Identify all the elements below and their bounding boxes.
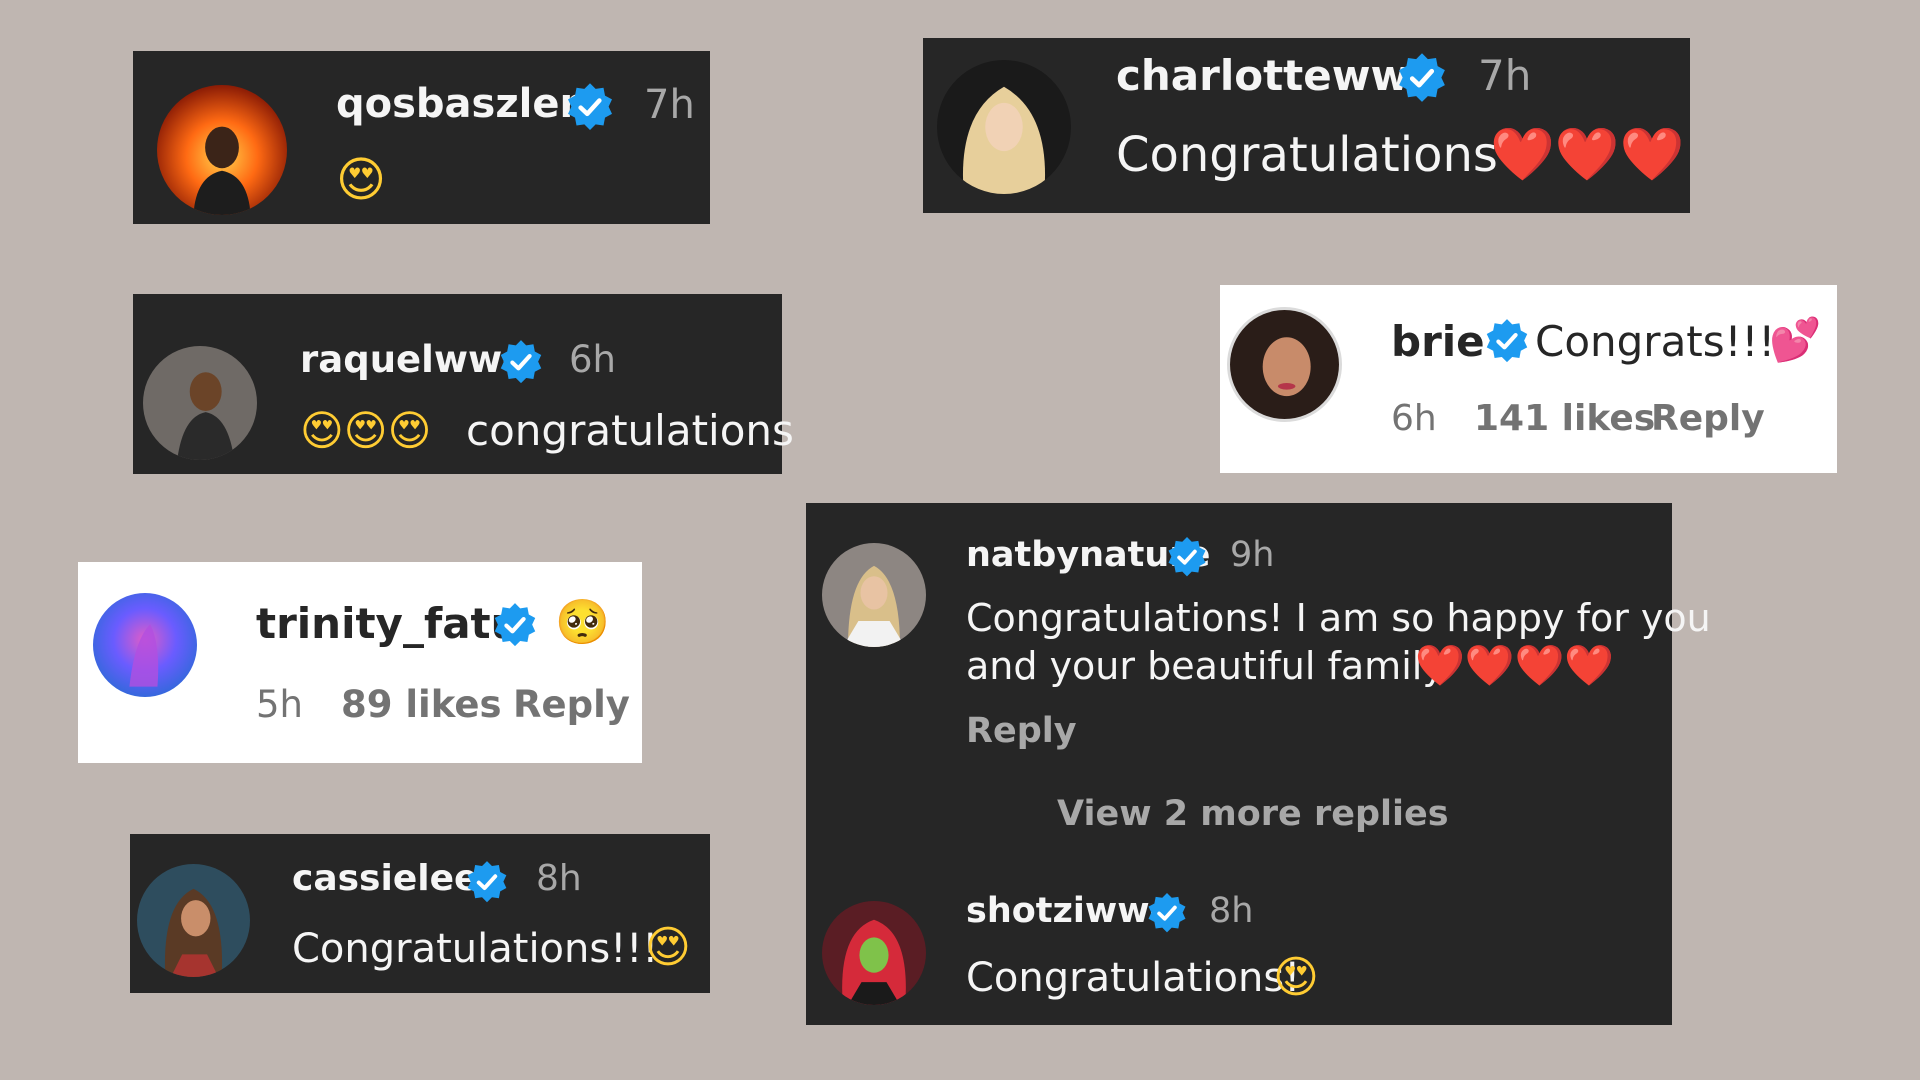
username[interactable]: shotziwwe	[966, 891, 1173, 931]
avatar[interactable]	[822, 543, 926, 647]
verified-badge-icon	[1484, 318, 1530, 364]
reply-button[interactable]: Reply	[966, 711, 1077, 751]
comment-card-trinity_fatu: trinity_fatu 🥺 5h 89 likes Reply	[78, 562, 642, 763]
comment-text-line1: Congratulations! I am so happy for you	[966, 596, 1711, 640]
likes-count[interactable]: 89 likes	[341, 683, 501, 726]
timestamp: 6h	[1391, 398, 1437, 439]
comment-text: Congratulations!	[966, 955, 1301, 1001]
comment-card-cassielee: cassielee 8h Congratulations!!! 😍	[130, 834, 710, 993]
heart-emojis: ❤️❤️❤️❤️	[1415, 643, 1615, 689]
avatar[interactable]	[137, 864, 250, 977]
comment-card-brie: brie Congrats!!! 💕 6h 141 likes Reply	[1220, 285, 1837, 473]
comment-text: Congratulations	[1116, 127, 1498, 183]
heart-eyes-emoji: 😍	[1273, 952, 1319, 1003]
verified-badge-icon	[1146, 892, 1188, 934]
verified-badge-icon	[465, 860, 509, 904]
verified-badge-icon	[1166, 536, 1208, 578]
timestamp: 7h	[644, 82, 695, 128]
comment-card-qosbaszler: qosbaszler 7h 😍	[133, 51, 710, 224]
avatar[interactable]	[157, 85, 287, 215]
username[interactable]: trinity_fatu	[256, 599, 521, 648]
verified-badge-icon	[1396, 52, 1448, 104]
comment-card-natbynature: natbynature 9h Congratulations! I am so …	[806, 503, 1711, 1025]
reply-button[interactable]: Reply	[513, 683, 630, 726]
hearts-emoji: 💕	[1769, 315, 1822, 364]
comment-text: 😍	[336, 152, 387, 208]
comment-text: Congrats!!!	[1535, 317, 1776, 366]
username[interactable]: cassielee	[292, 858, 478, 899]
username[interactable]: charlottewwe	[1116, 51, 1438, 100]
avatar[interactable]	[822, 901, 926, 1005]
pleading-face-emoji: 🥺	[555, 597, 610, 648]
timestamp: 8h	[1209, 891, 1254, 931]
comment-card-charlottewwe: charlottewwe 7h Congratulations ❤️❤️❤️	[923, 38, 1690, 213]
heart-emojis: ❤️❤️❤️	[1490, 125, 1685, 185]
timestamp: 9h	[1230, 535, 1275, 575]
verified-badge-icon	[498, 339, 544, 385]
timestamp: 7h	[1478, 51, 1532, 100]
verified-badge-icon	[565, 82, 615, 132]
avatar[interactable]	[143, 346, 257, 460]
avatar[interactable]	[937, 60, 1071, 194]
timestamp: 6h	[569, 338, 616, 381]
avatar[interactable]	[93, 593, 197, 697]
comment-text: congratulations	[466, 406, 794, 455]
username[interactable]: qosbaszler	[336, 81, 579, 127]
timestamp: 8h	[536, 858, 582, 899]
timestamp: 5h	[256, 683, 303, 726]
comment-card-raquelwwe: raquelwwe 6h 😍😍😍 congratulations	[133, 294, 794, 474]
comment-text-line2: and your beautiful family	[966, 644, 1445, 688]
username[interactable]: brie	[1391, 317, 1485, 366]
likes-count[interactable]: 141 likes	[1474, 398, 1655, 439]
emojis: 😍😍😍	[300, 406, 432, 455]
heart-eyes-emoji: 😍	[645, 922, 691, 973]
username[interactable]: raquelwwe	[300, 338, 527, 381]
verified-badge-icon	[492, 602, 538, 648]
avatar[interactable]	[1227, 307, 1342, 422]
reply-button[interactable]: Reply	[1651, 398, 1765, 439]
comment-text: Congratulations!!!	[292, 926, 659, 972]
view-more-replies-button[interactable]: View 2 more replies	[1057, 794, 1449, 834]
